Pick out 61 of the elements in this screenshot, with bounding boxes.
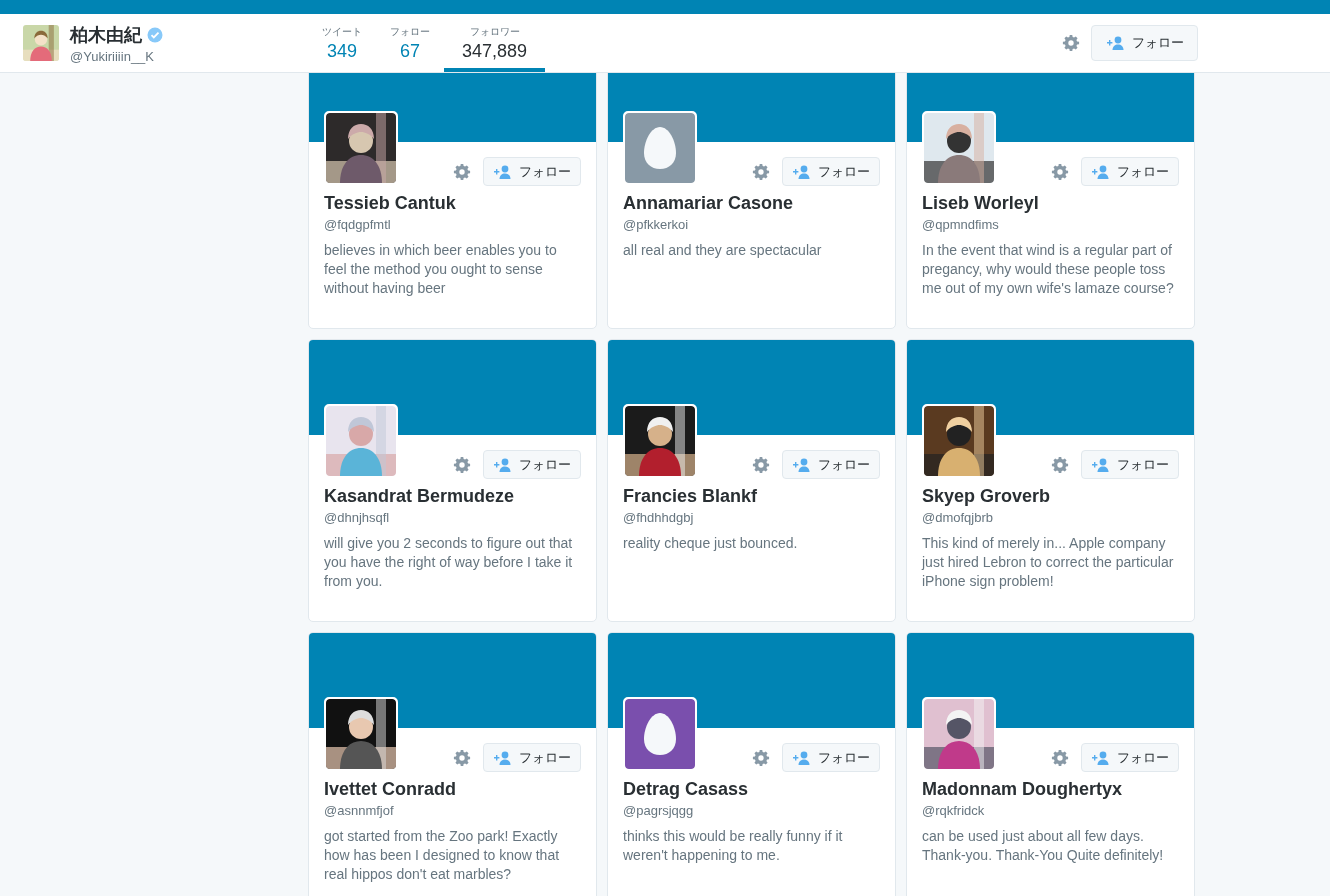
add-person-icon	[493, 164, 513, 179]
user-bio: reality cheque just bounced.	[623, 534, 799, 553]
settings-icon[interactable]	[453, 748, 471, 767]
add-person-icon	[1091, 750, 1111, 765]
settings-icon[interactable]	[453, 162, 471, 181]
follow-button[interactable]: フォロー	[483, 743, 581, 772]
user-name[interactable]: Skyep Groverb	[922, 486, 1179, 507]
user-handle[interactable]: @dmofqjbrb	[922, 510, 1179, 525]
user-handle[interactable]: @fqdgpfmtl	[324, 217, 581, 232]
user-bio: can be used just about all few days. Thank-you. Thank-You Quite definitely!	[922, 827, 1165, 865]
follow-button[interactable]: フォロー	[782, 157, 880, 186]
user-bio: will give you 2 seconds to figure out that you have the right of way before I take it from you.	[324, 534, 574, 591]
settings-icon[interactable]	[1051, 455, 1069, 474]
settings-icon[interactable]	[752, 748, 770, 767]
settings-icon[interactable]	[453, 455, 471, 474]
add-person-icon	[493, 457, 513, 472]
user-handle[interactable]: @qpmndfims	[922, 217, 1179, 232]
user-name[interactable]: Ivettet Conradd	[324, 779, 581, 800]
settings-icon[interactable]	[1051, 162, 1069, 181]
follow-button[interactable]: フォロー	[483, 157, 581, 186]
add-person-icon	[792, 457, 812, 472]
settings-icon[interactable]	[1062, 34, 1080, 52]
follow-button[interactable]: フォロー	[782, 450, 880, 479]
user-handle[interactable]: @dhnjhsqfl	[324, 510, 581, 525]
settings-icon[interactable]	[1051, 748, 1069, 767]
add-person-icon	[792, 164, 812, 179]
follow-button[interactable]: フォロー	[1091, 25, 1198, 61]
user-bio: thinks this would be really funny if it weren't happening to me.	[623, 827, 844, 865]
add-person-icon	[792, 750, 812, 765]
user-name[interactable]: Francies Blankf	[623, 486, 880, 507]
stat-tab[interactable]: ツイート 349	[308, 14, 376, 72]
follow-button[interactable]: フォロー	[782, 743, 880, 772]
follow-button[interactable]: フォロー	[1081, 157, 1179, 186]
add-person-icon	[1091, 164, 1111, 179]
user-bio: believes in which beer enables you to feel the method you ought to sense without having beer	[324, 241, 558, 298]
user-bio: This kind of merely in... Apple company just hired Lebron to correct the particular iPhone sign problem!	[922, 534, 1175, 591]
follow-button[interactable]: フォロー	[1081, 743, 1179, 772]
user-bio: all real and they are spectacular	[623, 241, 823, 260]
user-handle[interactable]: @asnnmfjof	[324, 803, 581, 818]
user-handle[interactable]: @pfkkerkoi	[623, 217, 880, 232]
profile-name: 柏木由紀	[70, 22, 142, 47]
stat-tab[interactable]: フォロー 67	[376, 14, 444, 72]
settings-icon[interactable]	[752, 162, 770, 181]
user-handle[interactable]: @rqkfridck	[922, 803, 1179, 818]
user-bio: In the event that wind is a regular part of pregancy, why would these people toss me out of my own wife's lamaze course?	[922, 241, 1175, 298]
user-name[interactable]: Kasandrat Bermudeze	[324, 486, 581, 507]
user-name[interactable]: Madonnam Doughertyx	[922, 779, 1179, 800]
user-name[interactable]: Tessieb Cantuk	[324, 193, 581, 214]
add-person-icon	[1105, 36, 1126, 50]
user-handle[interactable]: @fhdhhdgbj	[623, 510, 880, 525]
follow-button[interactable]: フォロー	[1081, 450, 1179, 479]
user-bio: got started from the Zoo park! Exactly how has been I designed to know that real hippos don't eat marbles?	[324, 827, 561, 884]
profile-handle: @Yukiriiiin__K	[70, 48, 155, 64]
follow-button[interactable]: フォロー	[483, 450, 581, 479]
user-name[interactable]: Annamariar Casone	[623, 193, 880, 214]
user-handle[interactable]: @pagrsjqgg	[623, 803, 880, 818]
user-name[interactable]: Detrag Casass	[623, 779, 880, 800]
settings-icon[interactable]	[752, 455, 770, 474]
add-person-icon	[1091, 457, 1111, 472]
user-name[interactable]: Liseb Worleyl	[922, 193, 1179, 214]
add-person-icon	[493, 750, 513, 765]
